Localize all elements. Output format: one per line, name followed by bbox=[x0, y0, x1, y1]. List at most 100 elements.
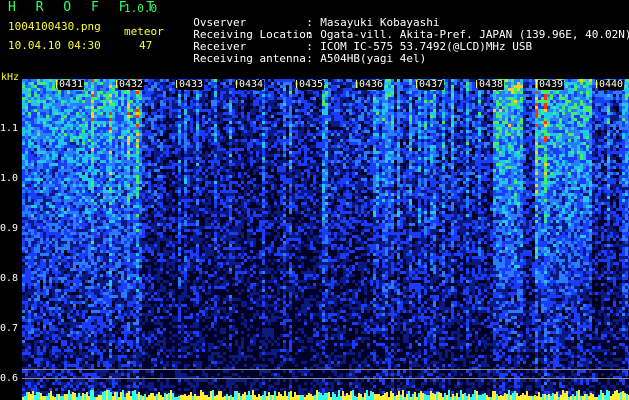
spectrogram-cell bbox=[79, 157, 82, 160]
spectrogram-cell bbox=[34, 187, 37, 190]
spectrogram-cell bbox=[82, 337, 85, 340]
spectrogram-cell bbox=[40, 316, 43, 319]
spectrogram-cell bbox=[157, 127, 160, 130]
spectrogram-cell bbox=[160, 112, 163, 115]
spectrogram-cell bbox=[88, 187, 91, 190]
spectrogram-cell bbox=[103, 283, 106, 286]
spectrogram-cell bbox=[169, 178, 172, 181]
spectrogram-cell bbox=[94, 241, 97, 244]
spectrogram-cell bbox=[100, 307, 103, 310]
spectrogram-cell bbox=[94, 199, 97, 202]
spectrogram-cell bbox=[73, 112, 76, 115]
spectrogram-cell bbox=[28, 388, 31, 391]
spectrogram-cell bbox=[22, 325, 25, 328]
spectrogram-cell bbox=[28, 274, 31, 277]
spectrogram-cell bbox=[61, 382, 64, 385]
spectrogram-cell bbox=[76, 91, 79, 94]
spectrogram-cell bbox=[115, 226, 118, 229]
spectrogram-cell bbox=[160, 337, 163, 340]
spectrogram-cell bbox=[55, 232, 58, 235]
spectrogram-cell bbox=[37, 346, 40, 349]
spectrogram-cell bbox=[166, 373, 169, 376]
spectrogram-cell bbox=[85, 91, 88, 94]
spectrogram-cell bbox=[91, 187, 94, 190]
spectrogram-cell bbox=[28, 289, 31, 292]
spectrogram-cell bbox=[142, 247, 145, 250]
spectrogram-cell bbox=[55, 187, 58, 190]
spectrogram-cell bbox=[124, 337, 127, 340]
spectrogram-cell bbox=[133, 127, 136, 130]
spectrogram-cell bbox=[82, 262, 85, 265]
spectrogram-cell bbox=[49, 115, 52, 118]
spectrogram-cell bbox=[133, 238, 136, 241]
spectrogram-cell bbox=[100, 118, 103, 121]
spectrogram-cell bbox=[109, 235, 112, 238]
spectrogram-cell bbox=[157, 322, 160, 325]
spectrogram-cell bbox=[157, 193, 160, 196]
spectrogram-cell bbox=[139, 199, 142, 202]
spectrogram-cell bbox=[145, 85, 148, 88]
spectrogram-cell bbox=[76, 115, 79, 118]
spectrogram-cell bbox=[115, 295, 118, 298]
spectrogram-cell bbox=[25, 349, 28, 352]
spectrogram-cell bbox=[70, 181, 73, 184]
spectrogram-cell bbox=[121, 304, 124, 307]
spectrogram-cell bbox=[22, 118, 25, 121]
spectrogram-cell bbox=[160, 94, 163, 97]
spectrogram-cell bbox=[103, 346, 106, 349]
spectrogram-cell bbox=[43, 190, 46, 193]
spectrogram-cell bbox=[67, 277, 70, 280]
spectrogram-cell bbox=[139, 343, 142, 346]
spectrogram-cell bbox=[31, 307, 34, 310]
spectrogram-cell bbox=[97, 109, 100, 112]
spectrogram-cell bbox=[49, 130, 52, 133]
spectrogram-cell bbox=[58, 199, 61, 202]
spectrogram-cell bbox=[91, 346, 94, 349]
spectrogram-cell bbox=[160, 193, 163, 196]
spectrogram-cell bbox=[136, 292, 139, 295]
spectrogram-cell bbox=[52, 166, 55, 169]
spectrogram-cell bbox=[64, 355, 67, 358]
spectrogram-cell bbox=[82, 136, 85, 139]
spectrogram-cell bbox=[88, 259, 91, 262]
spectrogram-cell bbox=[166, 364, 169, 367]
spectrogram-cell bbox=[157, 199, 160, 202]
spectrogram-cell bbox=[55, 184, 58, 187]
spectrogram-cell bbox=[145, 250, 148, 253]
spectrogram-cell bbox=[25, 346, 28, 349]
spectrogram-cell bbox=[82, 184, 85, 187]
spectrogram-cell bbox=[127, 358, 130, 361]
spectrogram-cell bbox=[91, 85, 94, 88]
spectrogram-cell bbox=[136, 364, 139, 367]
spectrogram-cell bbox=[97, 94, 100, 97]
spectrogram-cell bbox=[25, 301, 28, 304]
spectrogram-cell bbox=[163, 82, 166, 85]
spectrogram-cell bbox=[34, 145, 37, 148]
spectrogram-cell bbox=[124, 151, 127, 154]
spectrogram-cell bbox=[142, 373, 145, 376]
spectrogram-cell bbox=[37, 121, 40, 124]
spectrogram-cell bbox=[37, 199, 40, 202]
spectrogram-cell bbox=[91, 94, 94, 97]
spectrogram-cell bbox=[64, 160, 67, 163]
spectrogram-cell bbox=[31, 388, 34, 391]
spectrogram-cell bbox=[91, 205, 94, 208]
spectrogram-cell bbox=[172, 103, 175, 106]
spectrogram-cell bbox=[70, 373, 73, 376]
spectrogram-cell bbox=[94, 142, 97, 145]
spectrogram-cell bbox=[154, 217, 157, 220]
spectrogram-cell bbox=[121, 118, 124, 121]
spectrogram-cell bbox=[103, 238, 106, 241]
spectrogram-cell bbox=[37, 325, 40, 328]
spectrogram-cell bbox=[49, 283, 52, 286]
spectrogram-cell bbox=[148, 238, 151, 241]
spectrogram-cell bbox=[67, 274, 70, 277]
spectrogram-cell bbox=[148, 265, 151, 268]
spectrogram-cell bbox=[79, 382, 82, 385]
spectrogram-cell bbox=[73, 217, 76, 220]
spectrogram-cell bbox=[67, 229, 70, 232]
spectrogram-cell bbox=[127, 178, 130, 181]
spectrogram-cell bbox=[148, 103, 151, 106]
spectrogram-cell bbox=[25, 280, 28, 283]
spectrogram-cell bbox=[118, 379, 121, 382]
